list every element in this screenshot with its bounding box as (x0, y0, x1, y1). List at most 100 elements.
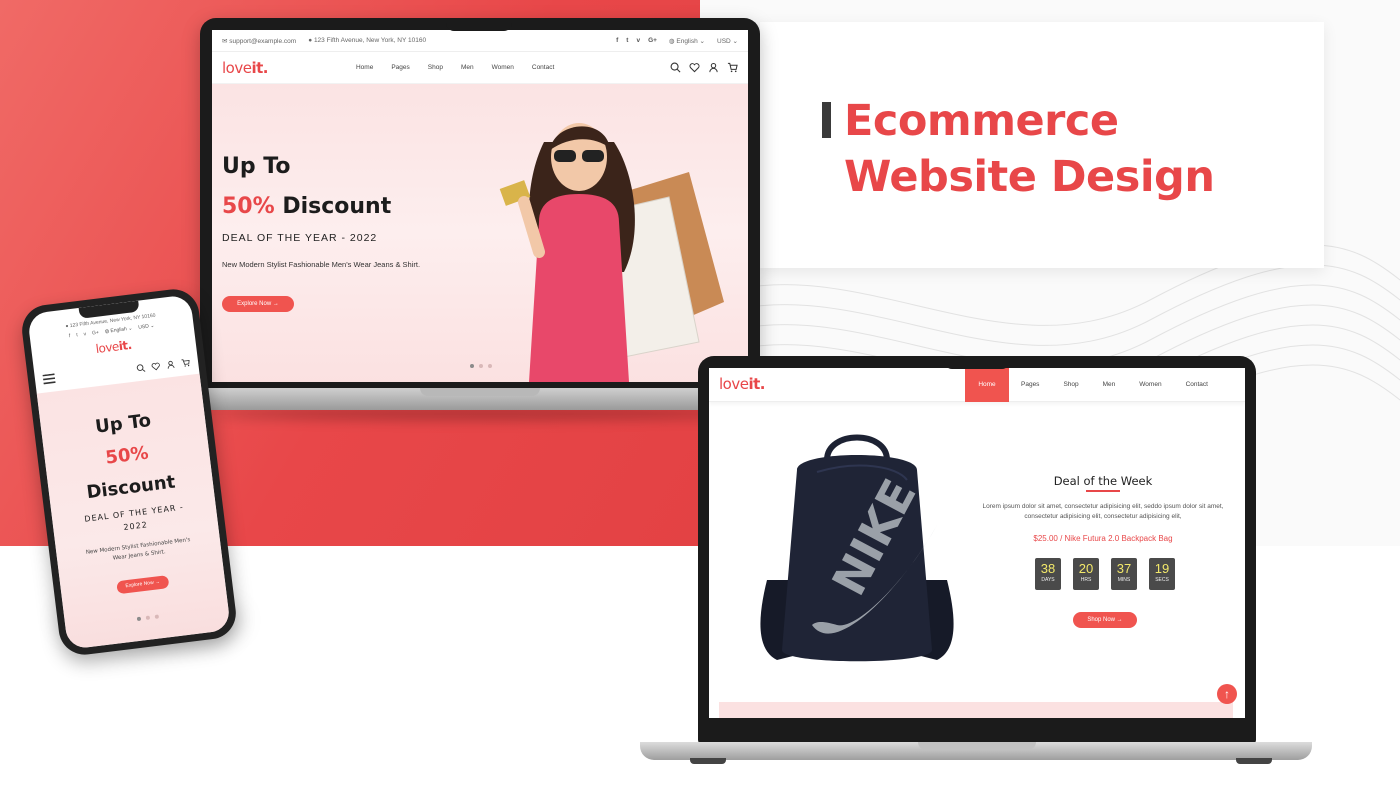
phone-language-label: English (110, 326, 128, 335)
vimeo-icon[interactable]: v (636, 37, 640, 44)
phone-hero-description: New Modern Stylist Fashionable Men's Wea… (85, 537, 191, 562)
carousel-dot-1[interactable] (136, 616, 142, 622)
next-section-preview (719, 702, 1233, 718)
countdown-hours-label: HRS (1080, 577, 1092, 583)
facebook-icon[interactable]: f (616, 37, 618, 44)
nav-men[interactable]: Men (1091, 368, 1128, 402)
countdown-days-label: DAYS (1041, 577, 1055, 583)
logo-light: love (94, 339, 120, 357)
logo-dot: . (759, 375, 766, 393)
nav-women[interactable]: Women (492, 64, 514, 71)
laptop-2: loveit. Home Pages Shop Men Women Contac… (698, 356, 1256, 744)
twitter-icon[interactable]: t (626, 37, 628, 44)
shop-now-button[interactable]: Shop Now → (1073, 612, 1137, 628)
currency-label: USD (717, 37, 731, 45)
google-plus-icon[interactable]: G+ (648, 37, 657, 44)
cart-icon[interactable] (181, 357, 191, 367)
scroll-to-top-button[interactable]: ↑ (1217, 684, 1237, 704)
phone-currency-select[interactable]: USD ⌄ (138, 323, 155, 331)
hero-description: New Modern Stylist Fashionable Men's Wea… (222, 260, 421, 269)
nav-pages[interactable]: Pages (1009, 368, 1051, 402)
countdown-minutes-label: MINS (1117, 577, 1131, 583)
logo-2[interactable]: loveit. (719, 375, 765, 393)
facebook-icon[interactable]: f (69, 333, 71, 339)
heart-icon[interactable] (689, 62, 700, 73)
search-icon[interactable] (670, 62, 681, 73)
laptop-2-foot-left (690, 758, 726, 764)
logo[interactable]: loveit. (222, 59, 268, 77)
nav-men[interactable]: Men (461, 64, 474, 71)
user-icon[interactable] (166, 359, 176, 369)
email-text: support@example.com (229, 37, 297, 45)
title-line-1: Ecommerce (844, 96, 1119, 146)
main-nav-2: loveit. Home Pages Shop Men Women Contac… (709, 368, 1245, 402)
nav-icons (670, 62, 738, 73)
countdown-minutes: 37 MINS (1111, 558, 1137, 590)
nav-home-active[interactable]: Home (965, 368, 1009, 402)
phone-screen: ● 123 Fifth Avenue, New York, NY 10160 f… (27, 294, 231, 650)
title-accent-bar (822, 102, 831, 138)
title-card: Ecommerce Website Design (760, 22, 1324, 268)
hero-discount-percent: 50% (222, 194, 275, 219)
laptop-2-screen: loveit. Home Pages Shop Men Women Contac… (709, 368, 1245, 718)
main-nav: loveit. Home Pages Shop Men Women Contac… (212, 52, 748, 84)
twitter-icon[interactable]: t (76, 332, 78, 338)
language-label: English (676, 37, 698, 45)
carousel-dot-1[interactable] (470, 364, 474, 368)
laptop-2-foot-right (1236, 758, 1272, 764)
carousel-dot-3[interactable] (488, 364, 492, 368)
phone-currency-label: USD (137, 323, 150, 331)
email-contact[interactable]: ✉ support@example.com (222, 37, 296, 45)
nav-home[interactable]: Home (356, 64, 373, 71)
carousel-dot-2[interactable] (479, 364, 483, 368)
currency-select[interactable]: USD ⌄ (717, 37, 738, 45)
nav-pages[interactable]: Pages (391, 64, 409, 71)
countdown-seconds-value: 19 (1154, 561, 1170, 576)
laptop-1-notch (446, 18, 512, 31)
hero-banner: Up To 50% Discount DEAL OF THE YEAR - 20… (212, 84, 748, 382)
phone-explore-now-button[interactable]: Explore Now → (116, 575, 170, 595)
hero-heading-line-2: 50% Discount (222, 194, 391, 219)
explore-now-button[interactable]: Explore Now → (222, 296, 294, 312)
phone-hero-deal-label: DEAL OF THE YEAR - 2022 (83, 502, 185, 533)
nav-shop[interactable]: Shop (1051, 368, 1090, 402)
nav-contact[interactable]: Contact (1174, 368, 1220, 402)
phone-hero-discount: Discount (85, 471, 177, 504)
logo-dot: . (126, 337, 133, 353)
phone-language-select[interactable]: ◍ English ⌄ (104, 326, 132, 335)
hero-carousel-dots (470, 364, 492, 368)
laptop-1-base (200, 388, 760, 410)
social-links: f t v G+ (616, 37, 657, 44)
title-line-2: Website Design (844, 152, 1215, 202)
laptop-2-base (640, 742, 1312, 760)
laptop-2-notch (944, 356, 1010, 369)
hamburger-menu-icon[interactable] (42, 373, 56, 385)
cart-icon[interactable] (727, 62, 738, 73)
logo-bold: it (748, 375, 760, 393)
search-icon[interactable] (136, 363, 146, 373)
nav-women[interactable]: Women (1127, 368, 1173, 402)
laptop-1-screen: ✉ support@example.com ● 123 Fifth Avenue… (212, 30, 748, 382)
countdown-days: 38 DAYS (1035, 558, 1061, 590)
carousel-dot-2[interactable] (145, 615, 151, 621)
hero-discount-word: Discount (274, 194, 392, 219)
heart-icon[interactable] (151, 361, 161, 371)
nav-contact[interactable]: Contact (532, 64, 554, 71)
backpack-product-image: NIKE (760, 434, 954, 662)
phone-hero: Up To 50% Discount DEAL OF THE YEAR - 20… (36, 373, 231, 650)
countdown-days-value: 38 (1040, 561, 1056, 576)
google-plus-icon[interactable]: G+ (92, 330, 99, 337)
nav-links: Home Pages Shop Men Women Contact (356, 64, 554, 71)
top-bar: ✉ support@example.com ● 123 Fifth Avenue… (212, 30, 748, 52)
nav-shop[interactable]: Shop (428, 64, 443, 71)
hero-heading-line-1: Up To (222, 154, 291, 179)
phone-carousel-dots (136, 614, 160, 622)
user-icon[interactable] (708, 62, 719, 73)
logo-light: love (719, 375, 749, 393)
vimeo-icon[interactable]: v (83, 331, 86, 337)
logo-light: love (222, 58, 252, 77)
deal-title-underline (1086, 490, 1120, 492)
countdown-seconds-label: SECS (1155, 577, 1169, 583)
carousel-dot-3[interactable] (154, 614, 160, 619)
language-select[interactable]: ◍ English ⌄ (669, 37, 705, 45)
